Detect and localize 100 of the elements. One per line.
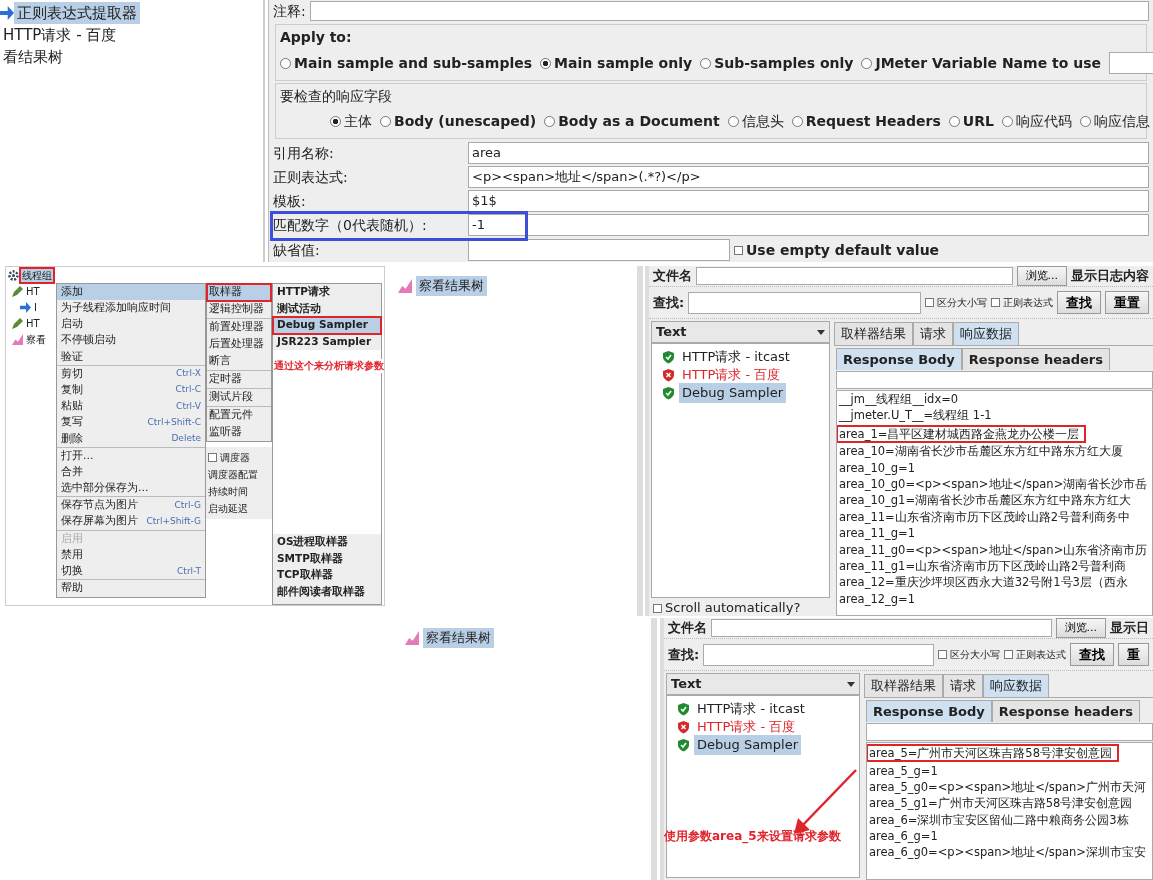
tree-item[interactable]: HT (24, 283, 42, 299)
radio-option[interactable]: 主体 (330, 111, 372, 132)
menu-item[interactable]: 删除 Delete (57, 430, 205, 447)
menu-item[interactable]: 逻辑控制器 (207, 301, 271, 318)
menu-item[interactable]: 断言 (207, 353, 271, 370)
text-field[interactable] (468, 239, 730, 261)
menu-item[interactable]: 帮助 (57, 580, 205, 597)
checkbox-option[interactable]: Scroll automatically? (649, 600, 834, 616)
text-field[interactable]: $1$ (468, 190, 1149, 212)
menu-item[interactable]: 为子线程添加响应时间 (57, 300, 205, 317)
menu-item[interactable]: 启动 (57, 316, 205, 333)
menu-item[interactable]: 复写 Ctrl+Shift-C (57, 414, 205, 431)
radio-option[interactable]: 信息头 (727, 111, 784, 132)
menu-item[interactable]: OS进程取样器 (273, 534, 381, 551)
checkbox-option[interactable]: Use empty default value (734, 239, 940, 261)
menu-item[interactable]: 配置元件 (207, 407, 271, 424)
file-field[interactable] (696, 267, 1013, 285)
menu-item[interactable]: 选中部分保存为... (57, 480, 205, 497)
tree-item[interactable]: 正则表达式提取器 (14, 1, 140, 25)
menu-item[interactable]: 监听器 (207, 424, 271, 441)
response-field[interactable] (836, 371, 1153, 389)
checkbox-option[interactable]: 正则表达式 (1004, 647, 1066, 662)
menu-item[interactable]: TCP取样器 (273, 567, 381, 584)
renderer-dropdown[interactable]: Text (651, 321, 830, 343)
renderer-dropdown[interactable]: Text (666, 673, 860, 695)
menu-item[interactable]: SMTP取样器 (273, 550, 381, 567)
browse-button[interactable]: 浏览... (1016, 266, 1067, 287)
radio-option[interactable]: Main sample and sub-samples (280, 52, 533, 74)
tree-item[interactable]: 察看结果树 (423, 628, 494, 648)
menu-item[interactable]: 邮件阅读者取样器 (273, 583, 381, 600)
search-button[interactable]: 重 (1118, 642, 1149, 667)
menu-item[interactable]: 前置处理器 (207, 319, 271, 336)
search-button[interactable]: 重置 (1105, 290, 1149, 315)
radio-option[interactable]: Sub-samples only (700, 52, 854, 74)
menu-item[interactable]: HTTP请求 (273, 284, 381, 301)
menu-item[interactable]: 剪切 Ctrl-X (57, 365, 205, 383)
tab[interactable]: Response Body (866, 699, 992, 722)
menu-item[interactable]: 添加 (57, 284, 205, 301)
browse-button[interactable]: 浏览... (1055, 618, 1106, 639)
radio-option[interactable]: JMeter Variable Name to use (861, 52, 1101, 74)
menu-item[interactable]: Debug Sampler (273, 317, 381, 334)
search-field[interactable] (688, 291, 921, 314)
tree-item[interactable]: HT (24, 315, 42, 331)
checkbox-option[interactable]: 正则表达式 (991, 295, 1053, 310)
menu-item[interactable]: 后置处理器 (207, 336, 271, 353)
tree-item[interactable]: HTTP请求 - 百度 (0, 23, 120, 47)
menu-item[interactable]: 测试活动 (273, 300, 381, 317)
comment-field[interactable] (309, 1, 1149, 21)
tree-item[interactable]: 察看 (24, 331, 48, 347)
search-button[interactable]: 查找 (1070, 642, 1114, 667)
menu-item[interactable]: 不停顿启动 (57, 332, 205, 349)
sample-item[interactable]: Debug Sampler (694, 735, 801, 755)
tab[interactable]: Response headers (961, 347, 1111, 370)
menu-item[interactable]: 取样器 (207, 284, 271, 301)
response-field[interactable] (866, 723, 1153, 741)
file-field[interactable] (711, 619, 1052, 637)
sample-item[interactable]: Debug Sampler (679, 383, 786, 403)
tree-item[interactable]: 察看结果树 (416, 276, 487, 296)
checkbox-option[interactable]: 区分大小写 (925, 295, 987, 310)
menu-item[interactable]: 粘贴 Ctrl-V (57, 398, 205, 415)
text-field[interactable]: -1 (468, 214, 1149, 236)
response-line: area_5_g1=广州市天河区珠吉路58号津安创意园 (868, 795, 1134, 812)
menu-item[interactable]: 测试片段 (207, 389, 271, 406)
tree-item[interactable]: 看结果树 (0, 45, 66, 69)
tab[interactable]: Response headers (991, 699, 1141, 722)
sample-item[interactable]: HTTP请求 - itcast (694, 699, 808, 719)
menu-item[interactable]: JSR223 Sampler (273, 333, 381, 350)
menu-item[interactable]: 打开... (57, 447, 205, 465)
tab[interactable]: Response Body (836, 347, 962, 370)
radio-option[interactable]: 响应信息 (1079, 111, 1150, 132)
checkbox-option[interactable]: 区分大小写 (938, 647, 1000, 662)
sample-item[interactable]: HTTP请求 - 百度 (679, 365, 784, 385)
radio-option[interactable]: Request Headers (791, 111, 941, 132)
radio-option[interactable]: Body as a Document (544, 111, 720, 132)
radio-option[interactable]: Body (unescaped) (380, 111, 537, 132)
sample-item[interactable]: HTTP请求 - 百度 (694, 717, 799, 737)
tab[interactable]: 取样器结果 (834, 322, 913, 345)
radio-option[interactable]: 响应代码 (1001, 111, 1072, 132)
menu-item[interactable]: 复制 Ctrl-C (57, 382, 205, 399)
tab[interactable]: 响应数据 (953, 322, 1019, 345)
text-field[interactable]: area (468, 142, 1149, 164)
radio-option[interactable]: Main sample only (540, 52, 693, 74)
radio-option[interactable]: URL (948, 111, 994, 132)
menu-item[interactable]: 验证 (57, 348, 205, 365)
tab[interactable]: 响应数据 (983, 674, 1049, 697)
text-field[interactable]: <p><span>地址</span>(.*?)</p> (468, 166, 1149, 188)
tree-item[interactable]: I (32, 299, 39, 315)
menu-item[interactable]: 保存节点为图片 Ctrl-G (57, 497, 205, 514)
menu-item[interactable]: 保存屏幕为图片 Ctrl+Shift-G (57, 513, 205, 530)
menu-item[interactable]: 禁用 (57, 547, 205, 564)
tree-item[interactable]: 线程组 (20, 267, 54, 283)
menu-item[interactable]: 定时器 (207, 371, 271, 388)
sample-item[interactable]: HTTP请求 - itcast (679, 347, 793, 367)
search-button[interactable]: 查找 (1057, 290, 1101, 315)
tab[interactable]: 请求 (913, 322, 953, 345)
tab[interactable]: 取样器结果 (864, 674, 943, 697)
tab[interactable]: 请求 (943, 674, 983, 697)
menu-item[interactable]: 切换 Ctrl-T (57, 563, 205, 580)
menu-item[interactable]: 合并 (57, 464, 205, 481)
search-field[interactable] (703, 643, 934, 666)
